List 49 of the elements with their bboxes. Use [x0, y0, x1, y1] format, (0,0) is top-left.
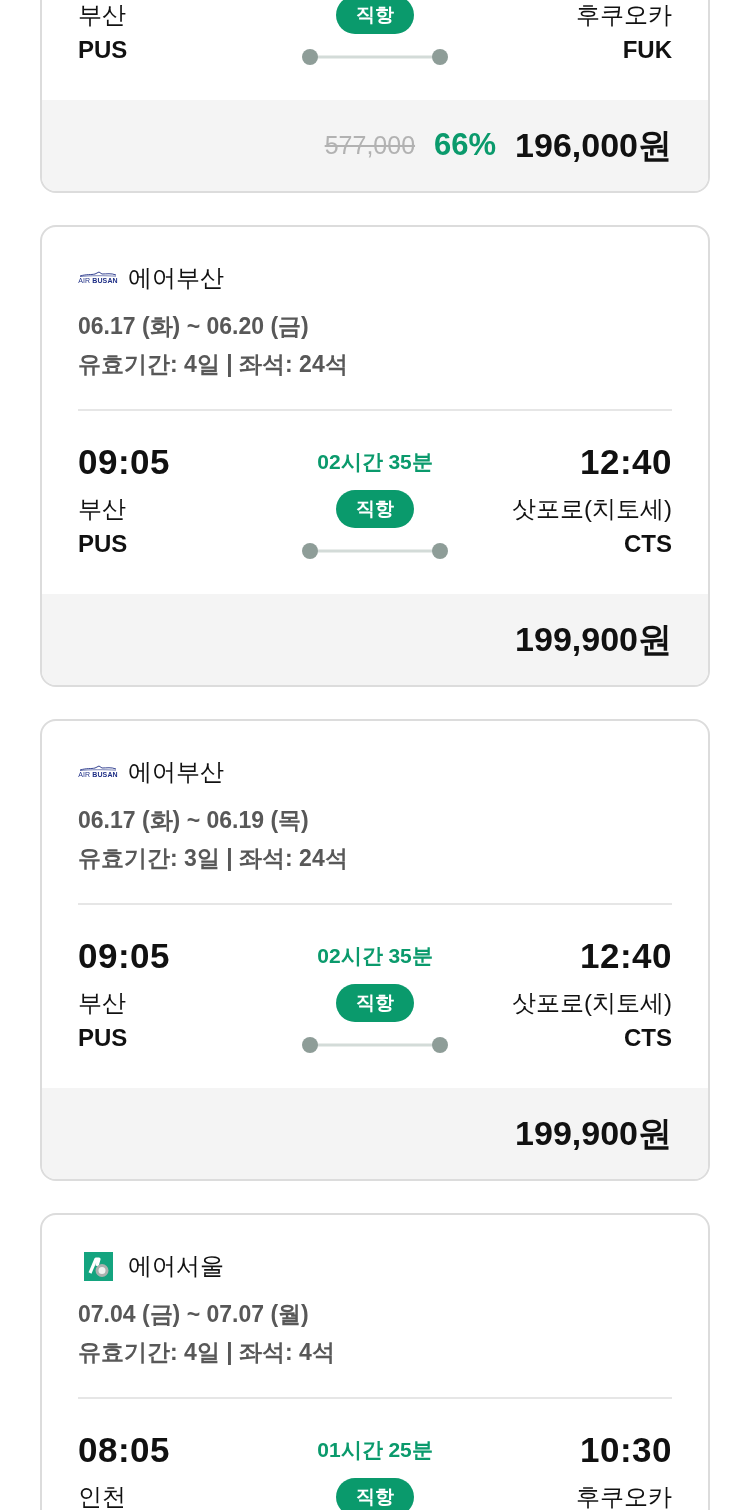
departure-code: PUS — [78, 529, 128, 559]
arrival-city: 후쿠오카 — [576, 0, 672, 30]
flight-card[interactable]: 부산 직항 후쿠오카 PUS FUK 577,000 66% 196,000원 — [40, 0, 710, 193]
airline-logo-icon — [83, 1251, 113, 1281]
airline-name: 에어부산 — [128, 757, 224, 787]
departure-time: 09:05 — [78, 936, 171, 976]
departure-code: PUS — [78, 1023, 128, 1053]
arrival-code: CTS — [624, 1023, 672, 1053]
validity-seats: 유효기간: 4일 | 좌석: 24석 — [78, 345, 672, 383]
wave-icon — [79, 765, 117, 771]
travel-dates: 07.04 (금) ~ 07.07 (월) — [78, 1300, 310, 1329]
arrival-time: 12:40 — [579, 936, 672, 976]
arrival-code: CTS — [624, 529, 672, 559]
departure-city: 부산 — [78, 988, 126, 1018]
arrival-code: FUK — [622, 35, 672, 65]
departure-time: 09:05 — [78, 442, 171, 482]
route-line-icon — [302, 1037, 448, 1053]
wave-icon — [79, 271, 117, 277]
nonstop-badge: 직항 — [336, 984, 414, 1022]
nonstop-badge: 직항 — [336, 1478, 414, 1510]
travel-dates: 06.17 (화) ~ 06.19 (목) — [78, 806, 310, 835]
nonstop-badge: 직항 — [336, 490, 414, 528]
departure-code: PUS — [78, 35, 128, 65]
original-price: 577,000 — [324, 130, 416, 161]
flight-card[interactable]: 에어서울 07.04 (금) ~ 07.07 (월) 유효기간: 4일 | 좌석: 4석 08:05 01시간 25분 10:30 인천 직항 후쿠오카 — [40, 1213, 710, 1510]
flight-duration: 02시간 35분 — [317, 943, 433, 969]
route-line-icon — [302, 49, 448, 65]
sale-price: 196,000원 — [515, 125, 672, 165]
departure-city: 인천 — [78, 1482, 126, 1510]
departure-city: 부산 — [78, 494, 126, 524]
departure-city: 부산 — [78, 0, 126, 30]
flight-duration: 01시간 25분 — [317, 1437, 433, 1463]
departure-time: 08:05 — [78, 1430, 171, 1470]
discount-rate: 66% — [434, 126, 497, 164]
validity-seats: 유효기간: 3일 | 좌석: 24석 — [78, 839, 672, 877]
arrival-city: 삿포로(치토세) — [512, 988, 672, 1018]
airline-name: 에어서울 — [128, 1251, 224, 1281]
route-line-icon — [302, 543, 448, 559]
arrival-city: 후쿠오카 — [576, 1482, 672, 1510]
nonstop-badge: 직항 — [336, 0, 414, 34]
arrival-city: 삿포로(치토세) — [512, 494, 672, 524]
sale-price: 199,900원 — [515, 619, 672, 659]
validity-seats: 유효기간: 4일 | 좌석: 4석 — [78, 1333, 672, 1371]
travel-dates: 06.17 (화) ~ 06.20 (금) — [78, 312, 310, 341]
flight-duration: 02시간 35분 — [317, 449, 433, 475]
arrival-time: 10:30 — [579, 1430, 672, 1470]
airline-name: 에어부산 — [128, 263, 224, 293]
arrival-time: 12:40 — [579, 442, 672, 482]
sale-price: 199,900원 — [515, 1113, 672, 1153]
